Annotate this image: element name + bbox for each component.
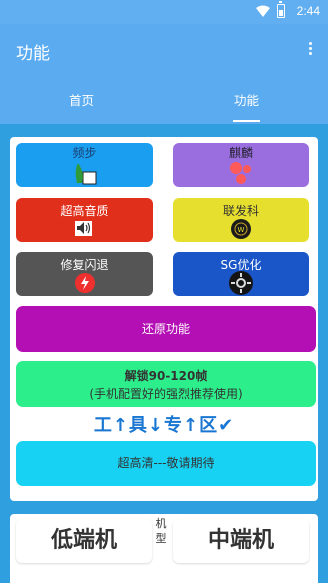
tab-indicator (233, 120, 260, 122)
device-type-label: 机型 (155, 517, 167, 545)
shoes-icon (75, 163, 96, 185)
tools-heading: 工↑具↓专↑区✔ (93, 415, 235, 436)
page-title: 功能 (16, 44, 50, 64)
app-bar: 功能 首页 功能 (0, 24, 328, 124)
tile-hifi-audio[interactable]: 超高音质 (16, 198, 153, 242)
status-bar: 2:44 (0, 0, 328, 24)
tab-home[interactable]: 首页 (69, 90, 94, 109)
unlock-title: 解锁90-120帧 (124, 369, 208, 383)
tile-label: 超高音质 (60, 204, 109, 218)
chip-icon (229, 271, 253, 295)
overflow-menu-icon[interactable] (307, 42, 313, 56)
tab-features[interactable]: 功能 (234, 90, 259, 109)
tile-label: 联发科 (222, 204, 259, 218)
low-end-device-button[interactable]: 低端机 (16, 519, 152, 563)
bolt-icon (74, 273, 95, 293)
tile-sg-optimize[interactable]: SG优化 (173, 252, 309, 296)
tile-label: 频步 (72, 146, 97, 160)
wifi-icon (256, 5, 270, 17)
tile-mediatek[interactable]: 联发科 W (173, 198, 309, 242)
unlock-subtitle: (手机配置好的强烈推荐使用) (89, 387, 243, 401)
unlock-fps-button[interactable]: 解锁90-120帧 (手机配置好的强烈推荐使用) (16, 361, 316, 407)
molecule-icon (230, 162, 251, 184)
restore-label: 还原功能 (141, 322, 190, 336)
battery-icon (277, 1, 285, 18)
tile-kirin[interactable]: 麒麟 (173, 143, 309, 187)
restore-button[interactable]: 还原功能 (16, 306, 316, 352)
tile-label: 修复闪退 (60, 258, 109, 272)
tile-fix-crash[interactable]: 修复闪退 (16, 252, 153, 296)
svg-text:W: W (238, 226, 245, 234)
ultra-hd-button[interactable]: 超高清---敬请期待 (16, 441, 316, 486)
tile-shoes[interactable]: 频步 (16, 143, 153, 187)
mid-range-device-button[interactable]: 中端机 (173, 519, 309, 563)
tile-label: 麒麟 (228, 146, 253, 160)
mediatek-icon: W (231, 219, 251, 239)
speaker-icon (74, 221, 92, 236)
status-time: 2:44 (296, 4, 320, 18)
ultra-hd-label: 超高清---敬请期待 (117, 456, 215, 470)
